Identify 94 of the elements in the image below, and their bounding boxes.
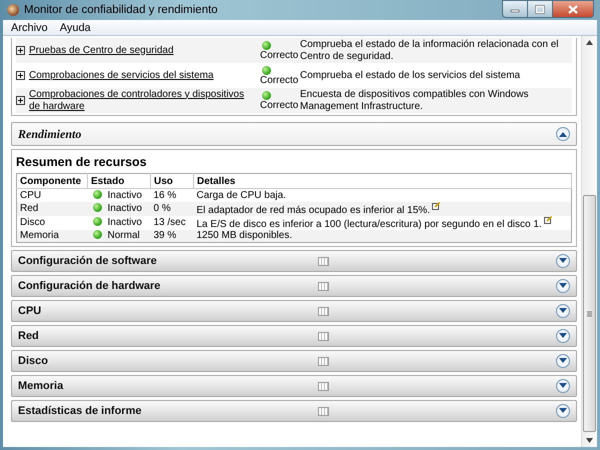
status-dot-icon — [92, 230, 102, 240]
status-dot-icon — [92, 217, 102, 226]
close-button[interactable] — [552, 0, 594, 18]
window-title: Monitor de confiabilidad y rendimiento — [24, 4, 219, 16]
section-header[interactable]: Red — [11, 325, 577, 347]
expand-button[interactable] — [556, 329, 570, 343]
caret-down-icon — [559, 383, 567, 389]
section-header[interactable]: Configuración de software — [11, 250, 577, 272]
section-title: Disco — [18, 355, 49, 367]
status-text: Correcto — [260, 50, 298, 60]
status-dot-icon — [262, 40, 271, 50]
calendar-icon — [318, 382, 329, 390]
status-dot-icon — [262, 90, 271, 100]
calendar-icon — [318, 282, 329, 290]
section-title: Memoria — [18, 380, 64, 392]
expand-button[interactable] — [556, 404, 570, 418]
menu-item[interactable]: Archivo — [11, 22, 48, 34]
column-header[interactable]: Estado — [88, 174, 150, 188]
calendar-icon — [318, 306, 329, 316]
table-cell: Red — [16, 202, 88, 216]
calendar-icon — [318, 406, 329, 416]
section-title: Estadísticas de informe — [18, 405, 142, 417]
status-dot-icon — [262, 66, 271, 74]
description-text: Comprueba el estado de los servicios del sistema — [300, 70, 522, 82]
expand-button[interactable] — [556, 379, 570, 393]
details-text: La E/S de disco es inferior a 100 (lectura/escritura) por segundo en el disco 1. — [196, 218, 542, 230]
column-header[interactable]: Detalles — [194, 174, 572, 188]
section-header[interactable]: Estadísticas de informe — [11, 400, 577, 422]
details-text: El adaptador de red más ocupado es inferior al 15%. — [196, 204, 430, 216]
check-link[interactable]: Comprobaciones de controladores y dispositivos de hardware — [29, 88, 252, 112]
scroll-up-icon[interactable] — [586, 40, 593, 45]
caret-down-icon — [559, 408, 567, 414]
caret-down-icon — [559, 358, 567, 364]
calendar-icon — [318, 256, 329, 266]
caret-down-icon — [559, 308, 567, 314]
caret-down-icon — [559, 333, 567, 339]
minimize-button[interactable] — [502, 0, 527, 18]
column-header[interactable]: Componente — [16, 174, 88, 188]
check-link[interactable]: Comprobaciones de servicios del sistema — [29, 70, 214, 82]
caret-down-icon — [559, 258, 567, 264]
menu-item[interactable]: Ayuda — [60, 22, 91, 34]
status-text: Inactivo — [108, 190, 142, 201]
check-link[interactable]: Pruebas de Centro de seguridad — [29, 44, 174, 56]
section-title: Configuración de software — [18, 255, 158, 267]
section-title: Configuración de hardware — [18, 280, 162, 292]
close-icon — [568, 4, 578, 14]
table-cell: 13 /sec — [150, 216, 194, 230]
details-text: 1250 MB disponibles. — [196, 230, 292, 242]
app-icon — [7, 4, 19, 16]
note-icon[interactable] — [544, 216, 552, 224]
description-text: Encuesta de dispositivos compatibles con Windows Management Infrastructure. — [300, 88, 530, 112]
grip-icon — [587, 310, 592, 316]
calendar-icon — [318, 332, 329, 340]
section-title: Rendimiento — [18, 126, 82, 142]
maximize-icon — [535, 4, 545, 14]
status-text: Normal — [108, 230, 140, 242]
expand-button[interactable] — [556, 279, 570, 293]
expand-icon[interactable] — [16, 71, 25, 80]
table-cell: 39 % — [150, 230, 194, 242]
section-header[interactable]: Memoria — [11, 375, 577, 397]
caret-up-icon — [559, 131, 567, 137]
expand-button[interactable] — [556, 254, 570, 268]
description-text: Comprueba el estado de la información relacionada con el Centro de seguridad. — [300, 38, 560, 62]
section-header[interactable]: Rendimiento — [11, 122, 577, 146]
scroll-down-icon[interactable] — [586, 438, 593, 443]
expand-button[interactable] — [556, 354, 570, 368]
status-text: Correcto — [260, 74, 298, 86]
status-dot-icon — [92, 203, 102, 212]
maximize-button[interactable] — [527, 0, 552, 18]
summary-title: Resumen de recursos — [16, 155, 147, 169]
details-text: Carga de CPU baja. — [196, 190, 286, 201]
expand-icon[interactable] — [16, 96, 25, 105]
section-title: CPU — [18, 305, 42, 317]
table-cell: CPU — [16, 188, 88, 202]
table-cell: 0 % — [150, 202, 194, 216]
status-text: Inactivo — [108, 217, 142, 228]
column-header[interactable]: Uso — [150, 174, 194, 188]
expand-button[interactable] — [556, 304, 570, 318]
table-cell: 16 % — [150, 188, 194, 202]
scrollbar[interactable] — [581, 36, 597, 447]
caret-down-icon — [559, 283, 567, 289]
table-cell: Memoria — [16, 230, 88, 242]
calendar-icon — [318, 356, 329, 366]
table-cell: Disco — [16, 216, 88, 230]
section-header[interactable]: Configuración de hardware — [11, 275, 577, 297]
section-title: Red — [18, 330, 40, 342]
status-text: Inactivo — [108, 203, 142, 214]
note-icon[interactable] — [432, 202, 440, 210]
section-header[interactable]: CPU — [11, 300, 577, 322]
status-text: Correcto — [260, 100, 298, 110]
collapse-button[interactable] — [556, 127, 570, 141]
section-header[interactable]: Disco — [11, 350, 577, 372]
expand-icon[interactable] — [16, 46, 25, 55]
status-dot-icon — [92, 190, 102, 199]
